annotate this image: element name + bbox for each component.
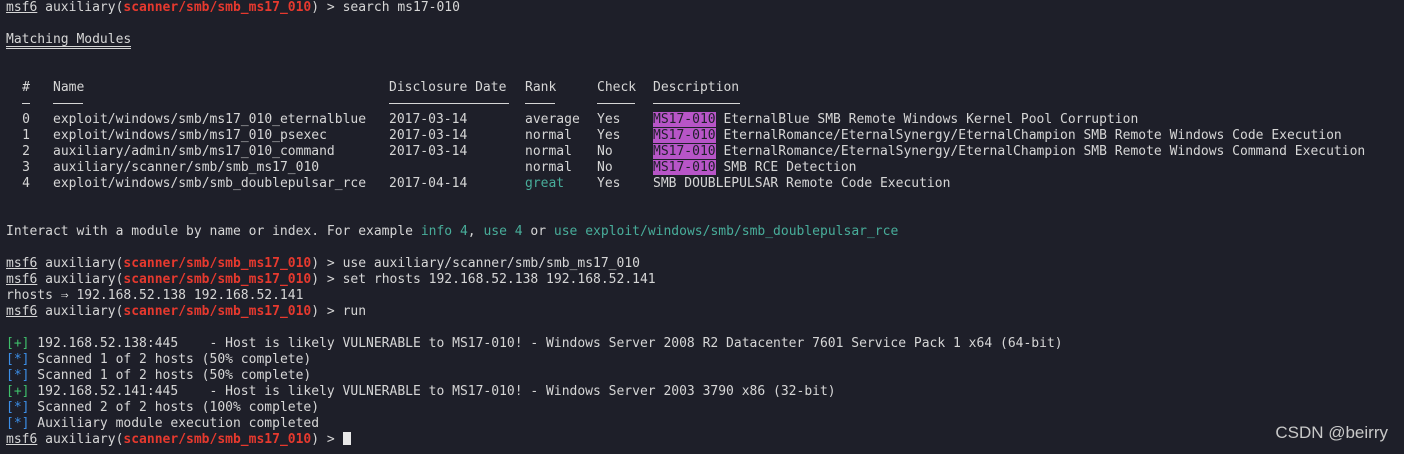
info-marker: [*] <box>6 352 30 367</box>
table-row[interactable]: 0 exploit/windows/smb/ms17_010_eternalblu… <box>6 112 1402 128</box>
success-marker: [+] <box>6 384 30 399</box>
result-line: [+] 192.168.52.141:445 - Host is likely … <box>6 384 836 399</box>
command-text: search ms17-010 <box>342 0 460 15</box>
watermark: CSDN @beirry <box>1275 423 1388 442</box>
prompt-line: msf6 auxiliary(scanner/smb/smb_ms17_010)… <box>6 256 640 271</box>
col-header-date: Disclosure Date <box>389 80 507 95</box>
result-line: [*] Scanned 2 of 2 hosts (100% complete) <box>6 400 320 415</box>
rhosts-output: rhosts ⇒ 192.168.52.138 192.168.52.141 <box>6 288 304 303</box>
prompt-line: msf6 auxiliary(scanner/smb/smb_ms17_010)… <box>6 272 656 287</box>
prompt-user: msf6 <box>6 0 38 15</box>
terminal[interactable]: msf6 auxiliary(scanner/smb/smb_ms17_010)… <box>6 0 1402 448</box>
prompt-line: msf6 auxiliary(scanner/smb/smb_ms17_010)… <box>6 304 367 319</box>
title-underline <box>6 46 132 49</box>
col-header-check: Check <box>597 80 637 95</box>
success-marker: [+] <box>6 336 30 351</box>
col-header-num: # <box>22 80 30 95</box>
info-marker: [*] <box>6 416 30 431</box>
col-header-name: Name <box>53 80 85 95</box>
active-prompt-line[interactable]: msf6 auxiliary(scanner/smb/smb_ms17_010)… <box>6 432 1402 448</box>
command-text: use auxiliary/scanner/smb/smb_ms17_010 <box>342 256 640 271</box>
info-marker: [*] <box>6 400 30 415</box>
cve-tag: MS17-010 <box>653 112 716 127</box>
result-line: [*] Scanned 1 of 2 hosts (50% complete) <box>6 352 312 367</box>
table-row[interactable]: 3 auxiliary/scanner/smb/smb_ms17_010 norma… <box>6 160 1402 176</box>
cve-tag: MS17-010 <box>653 128 716 143</box>
col-header-description: Description <box>653 80 740 95</box>
prompt-module: scanner/smb/smb_ms17_010 <box>123 0 312 15</box>
table-row[interactable]: 1 exploit/windows/smb/ms17_010_psexec 2017… <box>6 128 1402 144</box>
col-header-rank: Rank <box>525 80 557 95</box>
table-row[interactable]: 4 exploit/windows/smb/smb_doublepulsar_rc… <box>6 176 1402 192</box>
interact-hint: Interact with a module by name or index.… <box>6 224 899 239</box>
section-title: Matching Modules <box>6 32 132 49</box>
result-line: [*] Scanned 1 of 2 hosts (50% complete) <box>6 368 312 383</box>
prompt-line: msf6 auxiliary(scanner/smb/smb_ms17_010)… <box>6 0 460 15</box>
command-text: run <box>342 304 367 319</box>
result-line: [+] 192.168.52.138:445 - Host is likely … <box>6 336 1063 351</box>
info-marker: [*] <box>6 368 30 383</box>
table-row[interactable]: 2 auxiliary/admin/smb/ms17_010_command 201… <box>6 144 1402 160</box>
table-header-rules <box>6 96 1402 112</box>
table-header: # Name Disclosure Date Rank Check Description <box>6 80 1402 96</box>
table-body: 0 exploit/windows/smb/ms17_010_eternalblu… <box>6 112 1402 192</box>
text-cursor[interactable] <box>342 432 351 445</box>
cve-tag: MS17-010 <box>653 160 716 175</box>
command-text: set rhosts 192.168.52.138 192.168.52.141 <box>342 272 656 287</box>
cve-tag: MS17-010 <box>653 144 716 159</box>
result-line: [*] Auxiliary module execution completed <box>6 416 320 431</box>
